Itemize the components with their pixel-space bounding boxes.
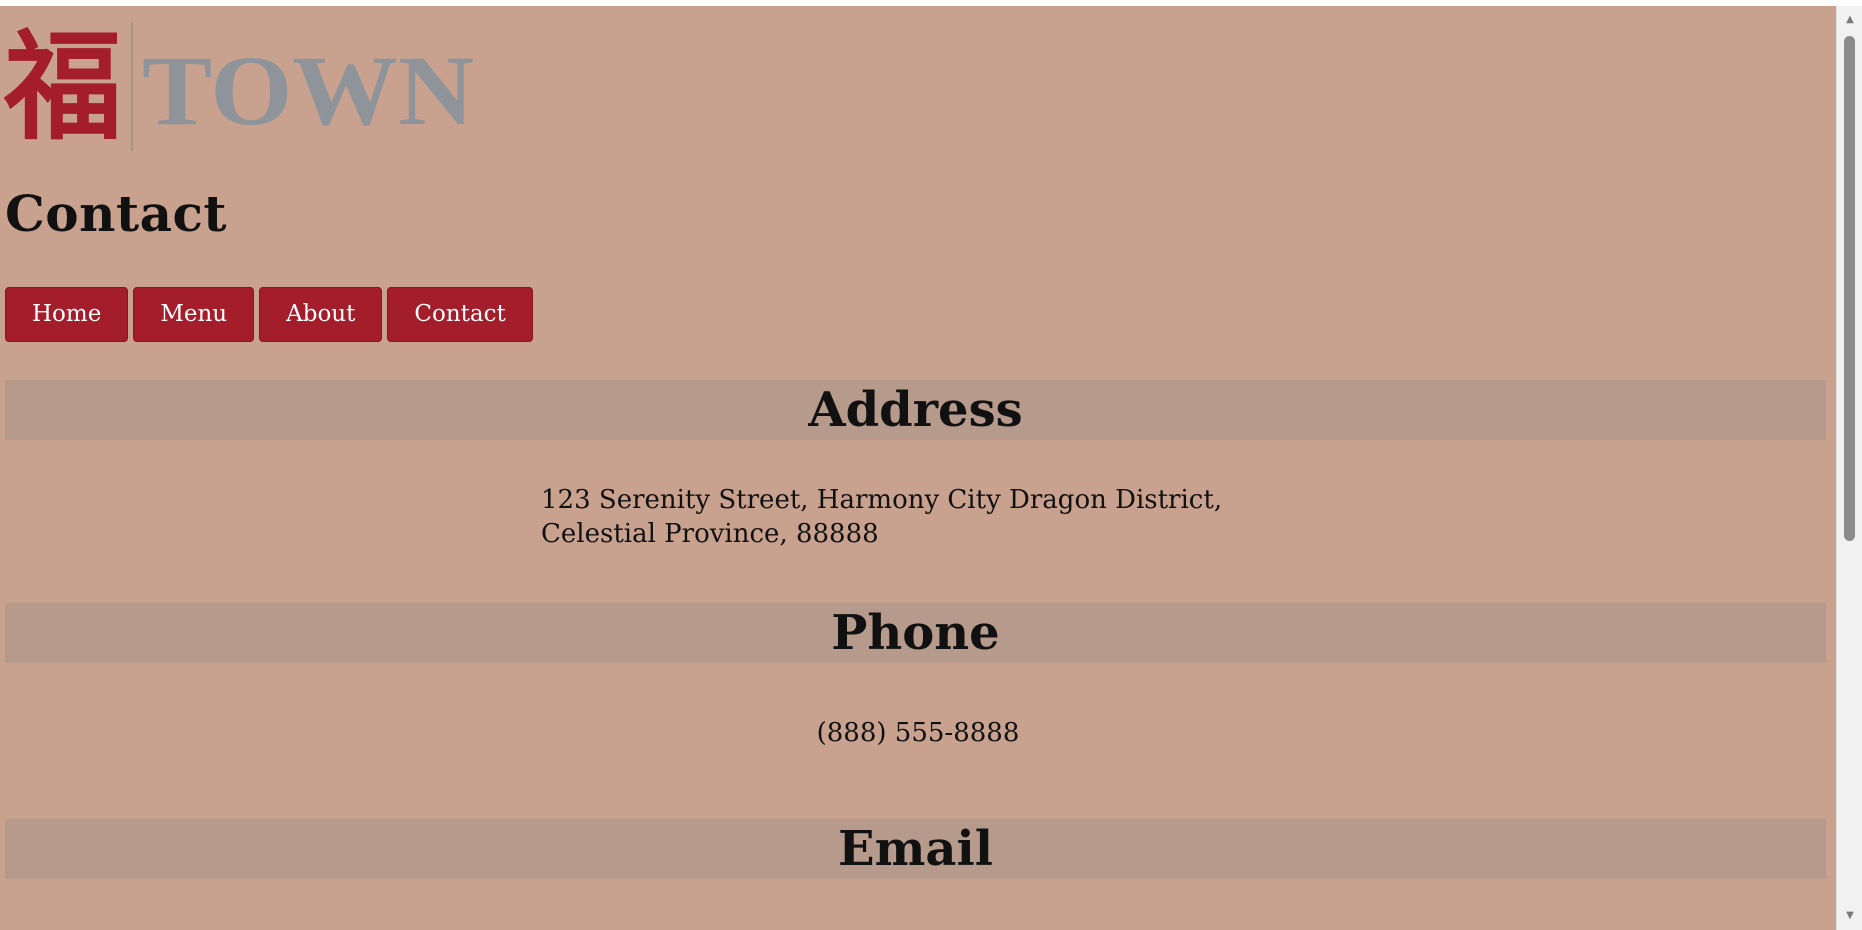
scroll-thumb[interactable] [1844,36,1855,541]
email-heading: Email [5,819,1826,879]
logo-glyph: 福 [4,17,122,151]
nav-contact-button[interactable]: Contact [387,287,533,342]
phone-heading: Phone [5,603,1826,663]
address-text: 123 Serenity Street, Harmony City Dragon… [541,485,1223,549]
nav-menu-button[interactable]: Menu [133,287,255,342]
nav-about-button[interactable]: About [259,287,383,342]
nav-home-button[interactable]: Home [5,287,129,342]
scroll-down-icon[interactable]: ▼ [1837,906,1862,926]
page-viewport: 福 TOWN Contact Home Menu About Contact A… [0,6,1836,930]
address-heading: Address [5,380,1826,440]
scroll-up-icon[interactable]: ▲ [1837,10,1862,30]
site-logo[interactable]: 福 TOWN [4,16,474,151]
main-nav: Home Menu About Contact [5,287,533,342]
page-title: Contact [5,184,228,243]
phone-text: (888) 555-8888 [816,718,1020,748]
logo-wordmark: TOWN [142,35,474,146]
vertical-scrollbar[interactable]: ▲ ▼ [1836,6,1862,930]
